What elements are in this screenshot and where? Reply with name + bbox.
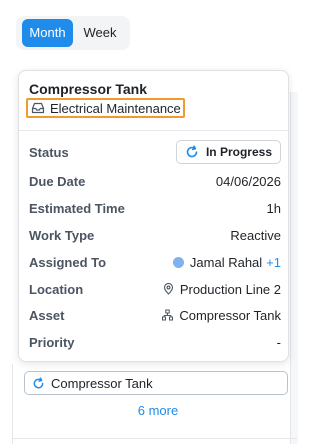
work-type-value: Reactive bbox=[230, 227, 281, 243]
avatar bbox=[172, 256, 184, 268]
location-value[interactable]: Production Line 2 bbox=[163, 282, 281, 297]
status-label: Status bbox=[29, 144, 69, 160]
calendar-event-chip[interactable]: Compressor Tank bbox=[24, 371, 288, 395]
additional-assignees-count[interactable]: +1 bbox=[266, 255, 281, 270]
assignee[interactable]: Jamal Rahal +1 bbox=[172, 254, 281, 270]
location-text: Production Line 2 bbox=[179, 281, 281, 297]
asset-value[interactable]: Compressor Tank bbox=[162, 308, 281, 323]
estimated-time-label: Estimated Time bbox=[29, 200, 125, 216]
refresh-icon bbox=[33, 376, 44, 388]
status-value: In Progress bbox=[205, 145, 272, 159]
popover-title: Compressor Tank bbox=[29, 81, 147, 97]
location-label: Location bbox=[29, 281, 84, 297]
inbox-tray-icon bbox=[31, 102, 45, 114]
week-view-button[interactable]: Week bbox=[76, 19, 124, 47]
asset-tree-icon bbox=[162, 309, 174, 321]
priority-value: - bbox=[276, 334, 281, 350]
assignee-name: Jamal Rahal bbox=[189, 254, 263, 270]
work-order-popover: Compressor Tank Electrical Maintenance S… bbox=[18, 70, 289, 362]
map-pin-icon bbox=[163, 283, 173, 295]
work-type-row: Work Type Reactive bbox=[29, 225, 281, 245]
estimated-time-row: Estimated Time 1h bbox=[29, 198, 281, 218]
due-date-value: 04/06/2026 bbox=[215, 173, 281, 189]
asset-row: Asset Compressor Tank bbox=[29, 305, 281, 325]
due-date-label: Due Date bbox=[29, 173, 86, 189]
calendar-page: Month Week Compressor Tank Electrical Ma… bbox=[0, 0, 298, 444]
asset-label: Asset bbox=[29, 307, 65, 323]
priority-label: Priority bbox=[29, 334, 75, 350]
category-label: Electrical Maintenance bbox=[50, 100, 181, 116]
status-row: Status In Progress bbox=[29, 140, 281, 164]
view-toggle: Month Week bbox=[16, 16, 130, 50]
popover-divider bbox=[19, 130, 288, 131]
assigned-to-label: Assigned To bbox=[29, 254, 107, 270]
refresh-icon bbox=[186, 145, 198, 158]
work-type-label: Work Type bbox=[29, 227, 95, 243]
month-view-button[interactable]: Month bbox=[22, 19, 73, 47]
more-events-link[interactable]: 6 more bbox=[0, 403, 316, 418]
calendar-grid-line bbox=[12, 438, 297, 439]
status-badge[interactable]: In Progress bbox=[175, 140, 281, 164]
event-label: Compressor Tank bbox=[51, 375, 153, 391]
due-date-row: Due Date 04/06/2026 bbox=[29, 171, 281, 191]
priority-row: Priority - bbox=[29, 332, 281, 352]
location-row: Location Production Line 2 bbox=[29, 279, 281, 299]
calendar-grid-edge bbox=[290, 92, 298, 444]
asset-text: Compressor Tank bbox=[179, 307, 281, 323]
estimated-time-value: 1h bbox=[266, 200, 281, 216]
category-tag: Electrical Maintenance bbox=[26, 98, 185, 118]
assigned-to-row: Assigned To Jamal Rahal +1 bbox=[29, 252, 281, 272]
